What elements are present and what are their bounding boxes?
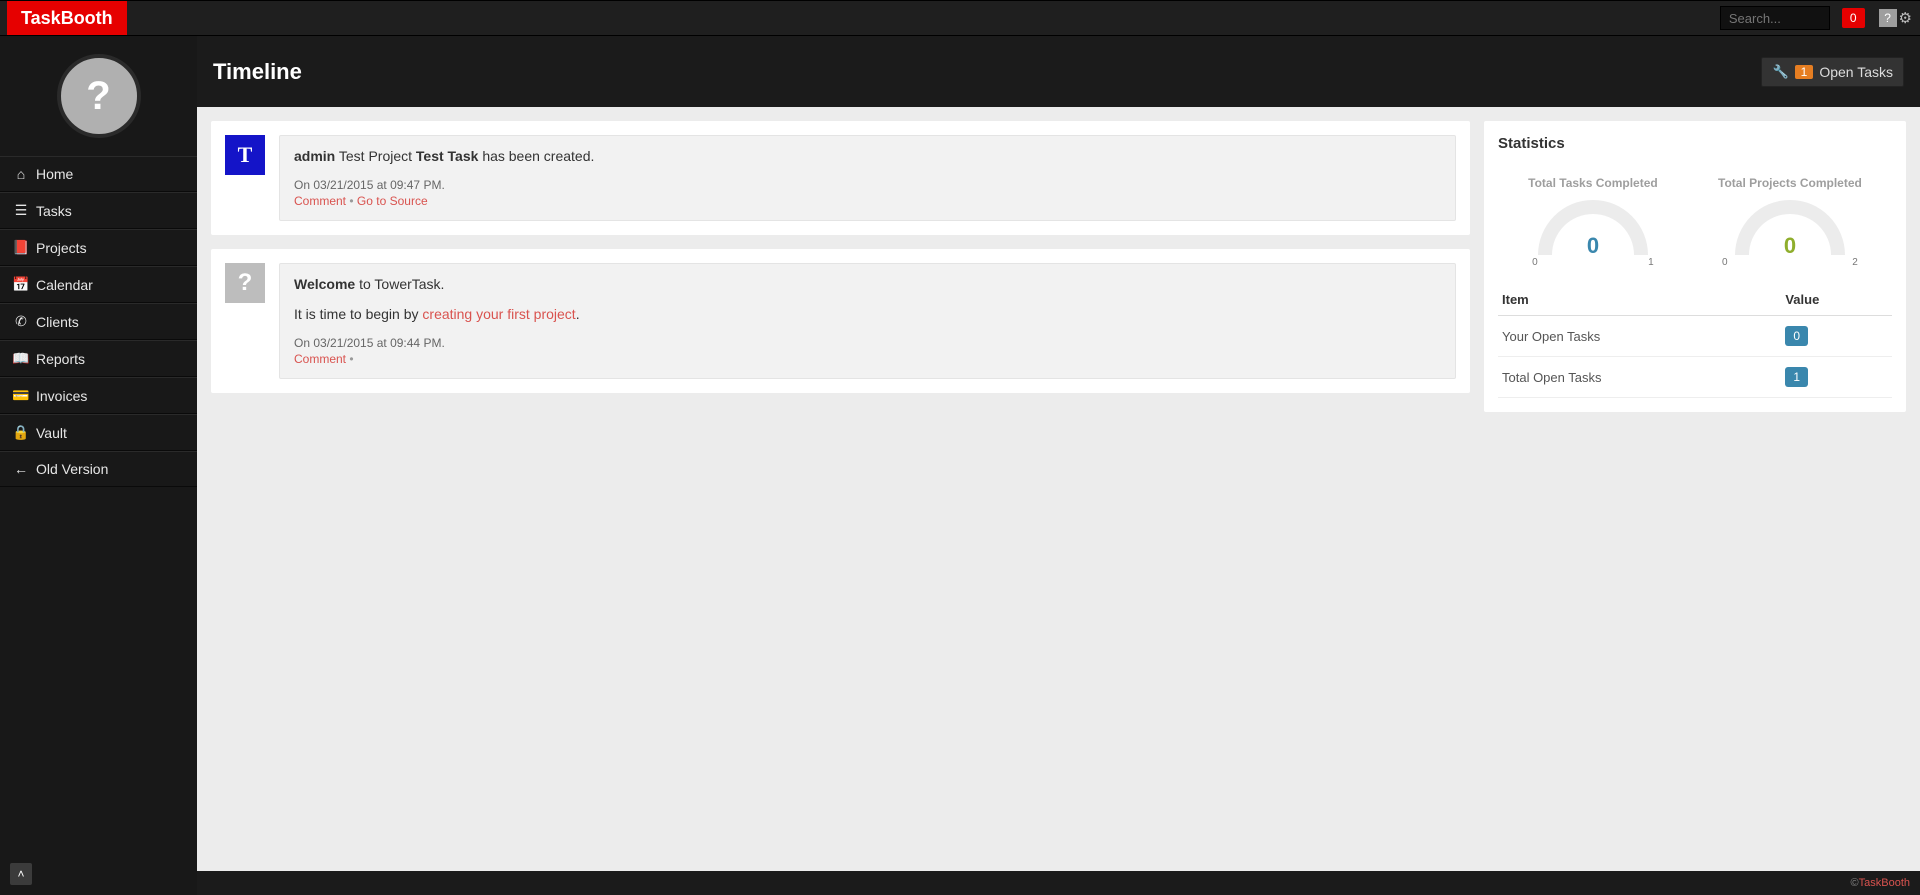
- brand-logo[interactable]: TaskBooth: [7, 1, 127, 35]
- tasks-icon: ☰: [14, 202, 28, 219]
- table-row: Your Open Tasks 0: [1498, 316, 1892, 357]
- sidebar-item-invoices[interactable]: 💳 Invoices: [0, 377, 197, 414]
- entry-avatar-icon: ?: [225, 263, 265, 303]
- sidebar-item-tasks[interactable]: ☰ Tasks: [0, 192, 197, 229]
- footer-copyright: ©: [1851, 877, 1859, 889]
- old-version-icon: ←: [14, 461, 28, 477]
- entry-headline: admin Test Project Test Task has been cr…: [294, 148, 1441, 164]
- open-tasks-button[interactable]: 🔧 1 Open Tasks: [1761, 57, 1904, 87]
- sidebar-item-label: Vault: [36, 425, 67, 441]
- gauge-tasks-completed: Total Tasks Completed 0 01: [1528, 176, 1658, 268]
- sidebar-item-label: Clients: [36, 314, 79, 330]
- table-header-item: Item: [1498, 284, 1781, 316]
- comment-link[interactable]: Comment: [294, 194, 346, 208]
- statistics-panel: Statistics Total Tasks Completed 0 01 To…: [1484, 121, 1906, 412]
- profile-avatar-wrap: ?: [0, 36, 197, 156]
- table-cell-value: 0: [1785, 326, 1808, 346]
- clients-icon: ✆: [14, 313, 28, 330]
- sidebar-item-calendar[interactable]: 📅 Calendar: [0, 266, 197, 303]
- sidebar-item-label: Reports: [36, 351, 85, 367]
- gauge-title: Total Tasks Completed: [1528, 176, 1658, 190]
- statistics-title: Statistics: [1498, 135, 1892, 152]
- entry-body: Welcome to TowerTask. It is time to begi…: [279, 263, 1456, 379]
- invoices-icon: 💳: [14, 387, 28, 404]
- table-cell-item: Your Open Tasks: [1498, 316, 1781, 357]
- sidebar: ? ⌂ Home ☰ Tasks 📕 Projects 📅 Calendar ✆…: [0, 36, 197, 895]
- entry-avatar-icon: T: [225, 135, 265, 175]
- entry-actions: Comment • Go to Source: [294, 194, 1441, 208]
- gauge-projects-completed: Total Projects Completed 0 02: [1718, 176, 1862, 268]
- table-header-value: Value: [1781, 284, 1892, 316]
- entry-timestamp: On 03/21/2015 at 09:47 PM.: [294, 178, 1441, 192]
- feed-entry: T admin Test Project Test Task has been …: [211, 121, 1470, 235]
- footer: © TaskBooth: [197, 871, 1920, 895]
- create-project-link[interactable]: creating your first project: [422, 306, 575, 322]
- page-header: Timeline 🔧 1 Open Tasks: [197, 36, 1920, 107]
- vault-icon: 🔒: [14, 424, 28, 441]
- sidebar-item-label: Home: [36, 166, 73, 182]
- open-tasks-count: 1: [1795, 65, 1814, 79]
- stats-table: Item Value Your Open Tasks 0 Total Open …: [1498, 284, 1892, 398]
- comment-link[interactable]: Comment: [294, 352, 346, 366]
- home-icon: ⌂: [14, 166, 28, 182]
- footer-brand-link[interactable]: TaskBooth: [1859, 877, 1910, 889]
- projects-icon: 📕: [14, 239, 28, 256]
- sidebar-item-vault[interactable]: 🔒 Vault: [0, 414, 197, 451]
- entry-body: admin Test Project Test Task has been cr…: [279, 135, 1456, 221]
- reports-icon: 📖: [14, 350, 28, 367]
- user-menu[interactable]: ? ⚙: [1871, 1, 1920, 35]
- sidebar-item-label: Tasks: [36, 203, 72, 219]
- gauge-title: Total Projects Completed: [1718, 176, 1862, 190]
- sidebar-item-clients[interactable]: ✆ Clients: [0, 303, 197, 340]
- page-title: Timeline: [213, 59, 302, 85]
- sidebar-item-old-version[interactable]: ← Old Version: [0, 451, 197, 487]
- sidebar-item-reports[interactable]: 📖 Reports: [0, 340, 197, 377]
- notification-badge[interactable]: 0: [1842, 8, 1865, 28]
- entry-actions: Comment •: [294, 352, 1441, 366]
- table-cell-item: Total Open Tasks: [1498, 357, 1781, 398]
- calendar-icon: 📅: [14, 276, 28, 293]
- table-row: Total Open Tasks 1: [1498, 357, 1892, 398]
- chevron-up-icon: ˄: [17, 867, 24, 881]
- gauge-value: 0: [1749, 233, 1831, 259]
- entry-headline: Welcome to TowerTask.: [294, 276, 1441, 292]
- search-input[interactable]: [1720, 6, 1830, 30]
- wrench-icon: 🔧: [1772, 64, 1788, 80]
- profile-avatar[interactable]: ?: [57, 54, 141, 138]
- gauge-value: 0: [1552, 233, 1634, 259]
- sidebar-item-label: Calendar: [36, 277, 93, 293]
- feed-entry: ? Welcome to TowerTask. It is time to be…: [211, 249, 1470, 393]
- sidebar-item-label: Projects: [36, 240, 87, 256]
- go-to-source-link[interactable]: Go to Source: [357, 194, 428, 208]
- content: T admin Test Project Test Task has been …: [197, 107, 1920, 871]
- table-cell-value: 1: [1785, 367, 1808, 387]
- sidebar-item-home[interactable]: ⌂ Home: [0, 156, 197, 192]
- entry-timestamp: On 03/21/2015 at 09:44 PM.: [294, 336, 1441, 350]
- timeline-feed: T admin Test Project Test Task has been …: [211, 121, 1470, 393]
- sidebar-item-label: Old Version: [36, 461, 108, 477]
- entry-text: It is time to begin by creating your fir…: [294, 306, 1441, 322]
- scroll-top-button[interactable]: ˄: [10, 863, 32, 885]
- gear-icon: ⚙: [1899, 9, 1912, 27]
- user-avatar-icon: ?: [1879, 9, 1897, 27]
- topbar: TaskBooth 0 ? ⚙: [0, 0, 1920, 36]
- sidebar-item-label: Invoices: [36, 388, 87, 404]
- main: Timeline 🔧 1 Open Tasks T admin Test Pro…: [197, 36, 1920, 895]
- sidebar-item-projects[interactable]: 📕 Projects: [0, 229, 197, 266]
- open-tasks-label: Open Tasks: [1819, 64, 1893, 80]
